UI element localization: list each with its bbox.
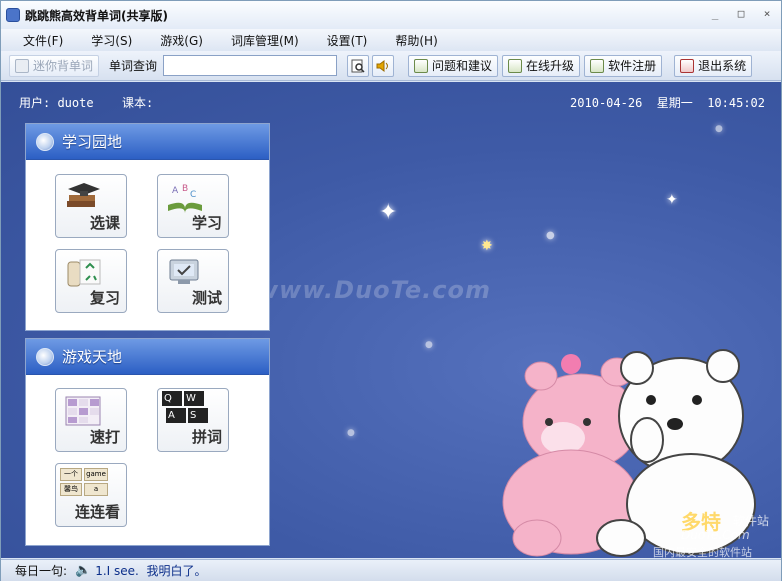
lookup-search-button[interactable]	[347, 54, 370, 77]
status-bar: 每日一句: 🔈 1.I see. 我明白了。	[1, 559, 781, 581]
menu-bar: 文件(F) 学习(S) 游戏(G) 词库管理(M) 设置(T) 帮助(H)	[1, 29, 781, 51]
maximize-button[interactable]: □	[733, 7, 749, 21]
tile-speed-typing[interactable]: 速打	[55, 388, 127, 452]
window-title: 跳跳熊高效背单词(共享版)	[25, 8, 168, 23]
game-panel-header: 游戏天地	[26, 339, 269, 375]
register-button[interactable]: 软件注册	[584, 54, 663, 77]
graduation-books-icon	[67, 183, 100, 207]
star-decoration: ●	[425, 340, 433, 350]
svg-text:B: B	[182, 184, 188, 194]
tile-select-course[interactable]: 选课	[55, 174, 127, 238]
tile-select-course-label: 选课	[89, 214, 120, 232]
title-bar: 跳跳熊高效背单词(共享版) _ □ ×	[1, 1, 781, 29]
star-decoration: ✦	[666, 192, 678, 208]
card-3: 馨鸟	[60, 483, 82, 496]
feedback-icon	[414, 58, 429, 73]
menu-file[interactable]: 文件(F)	[13, 32, 73, 49]
abc-book-icon: A BC	[168, 184, 202, 213]
globe-icon	[36, 347, 54, 366]
main-area: 用户: duote 课本: 2010-04-26 星期一 10:45:02 ✦ …	[1, 82, 781, 558]
svg-text:C: C	[190, 190, 196, 200]
key-a: A	[166, 408, 186, 423]
tile-speed-typing-label: 速打	[89, 428, 120, 446]
recycle-scroll-icon	[67, 259, 101, 287]
menu-help[interactable]: 帮助(H)	[385, 32, 447, 49]
register-icon	[590, 58, 605, 73]
study-panel: 学习园地 选课 ABC 学习 复习 测试	[25, 123, 270, 331]
key-s: S	[188, 408, 208, 423]
match-cards-icon: 一个 game 馨鸟 a	[60, 468, 110, 498]
register-label: 软件注册	[608, 59, 657, 73]
upgrade-icon	[508, 58, 523, 73]
exit-button[interactable]: 退出系统	[674, 54, 753, 77]
tile-match-game-label: 连连看	[74, 503, 120, 521]
study-panel-title: 学习园地	[62, 133, 123, 151]
corner-logo: 多特 软件站 DuoTe.Com 国内最安全的软件站	[651, 502, 781, 558]
corner-logo-line2: 软件站	[733, 514, 770, 528]
menu-settings[interactable]: 设置(T)	[317, 32, 378, 49]
speaker-icon[interactable]: 🔈	[75, 563, 91, 578]
star-decoration: ●	[546, 230, 555, 241]
lookup-input[interactable]	[163, 55, 338, 76]
tile-review-label: 复习	[89, 289, 120, 307]
menu-game[interactable]: 游戏(G)	[150, 32, 213, 49]
menu-study[interactable]: 学习(S)	[81, 32, 142, 49]
course-info: 课本:	[122, 96, 154, 110]
star-decoration: ●	[715, 124, 723, 134]
lookup-label: 单词查询	[109, 59, 158, 73]
study-panel-header: 学习园地	[26, 124, 269, 160]
monitor-test-icon	[169, 259, 199, 284]
pronounce-button[interactable]	[372, 54, 395, 77]
toolbar: 迷你背单词 单词查询 问题和建议 在线升级 软件注册 退出系统	[1, 51, 781, 81]
app-icon	[6, 8, 20, 22]
key-q: Q	[162, 391, 182, 406]
datetime: 2010-04-26 星期一 10:45:02	[570, 96, 765, 110]
keyboard-keys-icon: Q W A S	[162, 391, 208, 425]
tile-study[interactable]: ABC 学习	[157, 174, 229, 238]
info-bar: 用户: duote 课本: 2010-04-26 星期一 10:45:02	[1, 82, 781, 118]
exit-label: 退出系统	[698, 59, 747, 73]
tile-test-label: 测试	[191, 289, 222, 307]
exit-icon	[680, 58, 695, 73]
corner-logo-line4: 国内最安全的软件站	[653, 546, 752, 558]
daily-sentence: 1.I see. 我明白了。	[95, 564, 207, 578]
svg-text:A: A	[172, 186, 179, 196]
tile-spell-word-label: 拼词	[191, 428, 222, 446]
upgrade-button[interactable]: 在线升级	[502, 54, 581, 77]
menu-lexicon[interactable]: 词库管理(M)	[221, 32, 309, 49]
tile-test[interactable]: 测试	[157, 249, 229, 313]
star-decoration: ✸	[481, 238, 493, 254]
card-1: 一个	[60, 468, 82, 481]
game-panel-title: 游戏天地	[62, 348, 123, 366]
user-info: 用户: duote	[19, 96, 94, 110]
close-button[interactable]: ×	[759, 7, 775, 21]
feedback-label: 问题和建议	[432, 59, 493, 73]
speaker-icon	[376, 59, 389, 72]
star-decoration: ●	[347, 428, 355, 438]
tile-review[interactable]: 复习	[55, 249, 127, 313]
card-4: a	[84, 483, 108, 496]
globe-icon	[36, 132, 54, 151]
typing-grid-icon	[65, 396, 101, 426]
tile-study-label: 学习	[191, 214, 222, 232]
tile-match-game[interactable]: 一个 game 馨鸟 a 连连看	[55, 463, 127, 527]
app-window: 跳跳熊高效背单词(共享版) _ □ × 文件(F) 学习(S) 游戏(G) 词库…	[0, 0, 782, 581]
window-controls: _ □ ×	[707, 7, 775, 21]
magnifier-icon	[351, 59, 365, 73]
mini-window-icon	[15, 58, 29, 73]
daily-sentence-label: 每日一句:	[15, 564, 68, 578]
feedback-button[interactable]: 问题和建议	[408, 54, 499, 77]
key-w: W	[184, 391, 204, 406]
corner-logo-line3: DuoTe.Com	[681, 528, 750, 542]
star-decoration: ✦	[379, 200, 398, 225]
mini-mode-label: 迷你背单词	[33, 59, 94, 73]
tile-spell-word[interactable]: Q W A S 拼词	[157, 388, 229, 452]
game-panel: 游戏天地 速打 Q W A S 拼词 一个 game 馨鸟 a 连连看	[25, 338, 270, 546]
card-2: game	[84, 468, 108, 481]
minimize-button[interactable]: _	[707, 7, 723, 21]
watermark: www.DuoTe.com	[256, 276, 491, 304]
mini-mode-button[interactable]: 迷你背单词	[9, 54, 100, 77]
upgrade-label: 在线升级	[526, 59, 575, 73]
